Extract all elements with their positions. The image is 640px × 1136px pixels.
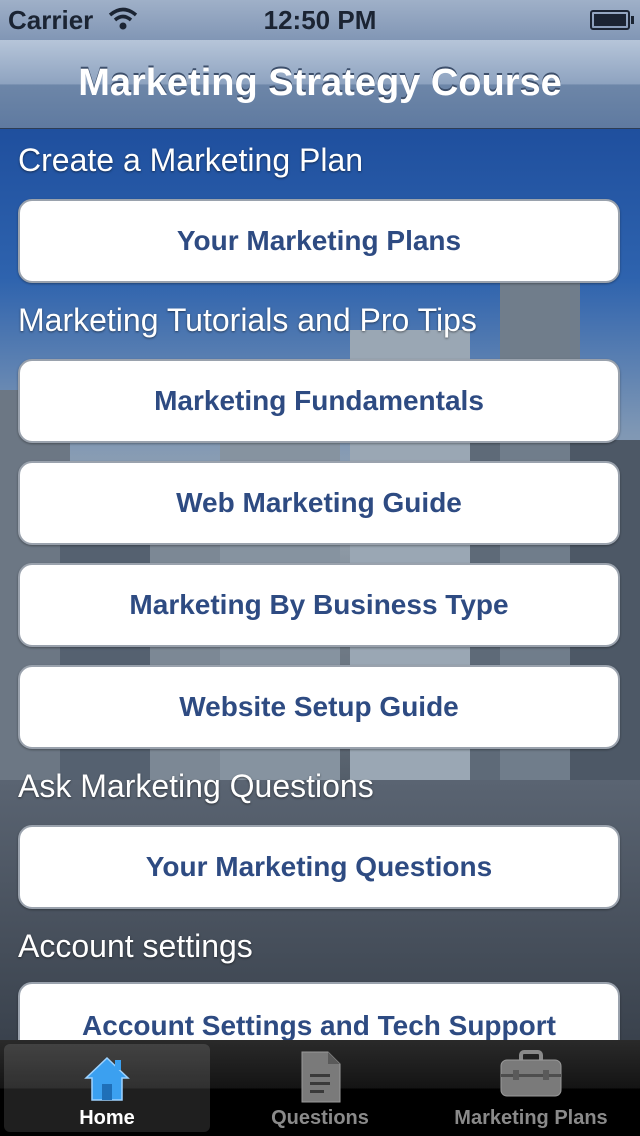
status-bar: Carrier 12:50 PM — [0, 0, 640, 40]
battery-icon — [590, 10, 634, 30]
marketing-fundamentals-button[interactable]: Marketing Fundamentals — [18, 359, 620, 443]
section-header-tutorials: Marketing Tutorials and Pro Tips — [18, 302, 477, 338]
navigation-bar: Marketing Strategy Course — [0, 40, 640, 129]
tab-questions-label: Questions — [271, 1107, 369, 1129]
section-header-plan: Create a Marketing Plan — [18, 142, 364, 178]
document-icon — [298, 1050, 342, 1109]
web-marketing-guide-button[interactable]: Web Marketing Guide — [18, 461, 620, 545]
your-marketing-questions-button[interactable]: Your Marketing Questions — [18, 825, 620, 909]
briefcase-icon — [499, 1050, 563, 1103]
home-icon — [82, 1054, 132, 1109]
tab-home-label: Home — [79, 1107, 135, 1129]
your-marketing-plans-button[interactable]: Your Marketing Plans — [18, 199, 620, 283]
tab-marketing-plans-label: Marketing Plans — [454, 1107, 608, 1129]
tab-questions[interactable]: Questions — [217, 1040, 423, 1136]
website-setup-guide-button[interactable]: Website Setup Guide — [18, 665, 620, 749]
status-time: 12:50 PM — [263, 5, 377, 35]
page-title: Marketing Strategy Course — [78, 62, 562, 104]
section-header-questions: Ask Marketing Questions — [18, 768, 374, 804]
section-header-account: Account settings — [18, 928, 253, 964]
tab-marketing-plans[interactable]: Marketing Plans — [428, 1040, 634, 1136]
marketing-by-business-type-button[interactable]: Marketing By Business Type — [18, 563, 620, 647]
tab-bar: Home Questions Marketing Plans — [0, 1040, 640, 1136]
tab-home[interactable]: Home — [4, 1044, 210, 1132]
